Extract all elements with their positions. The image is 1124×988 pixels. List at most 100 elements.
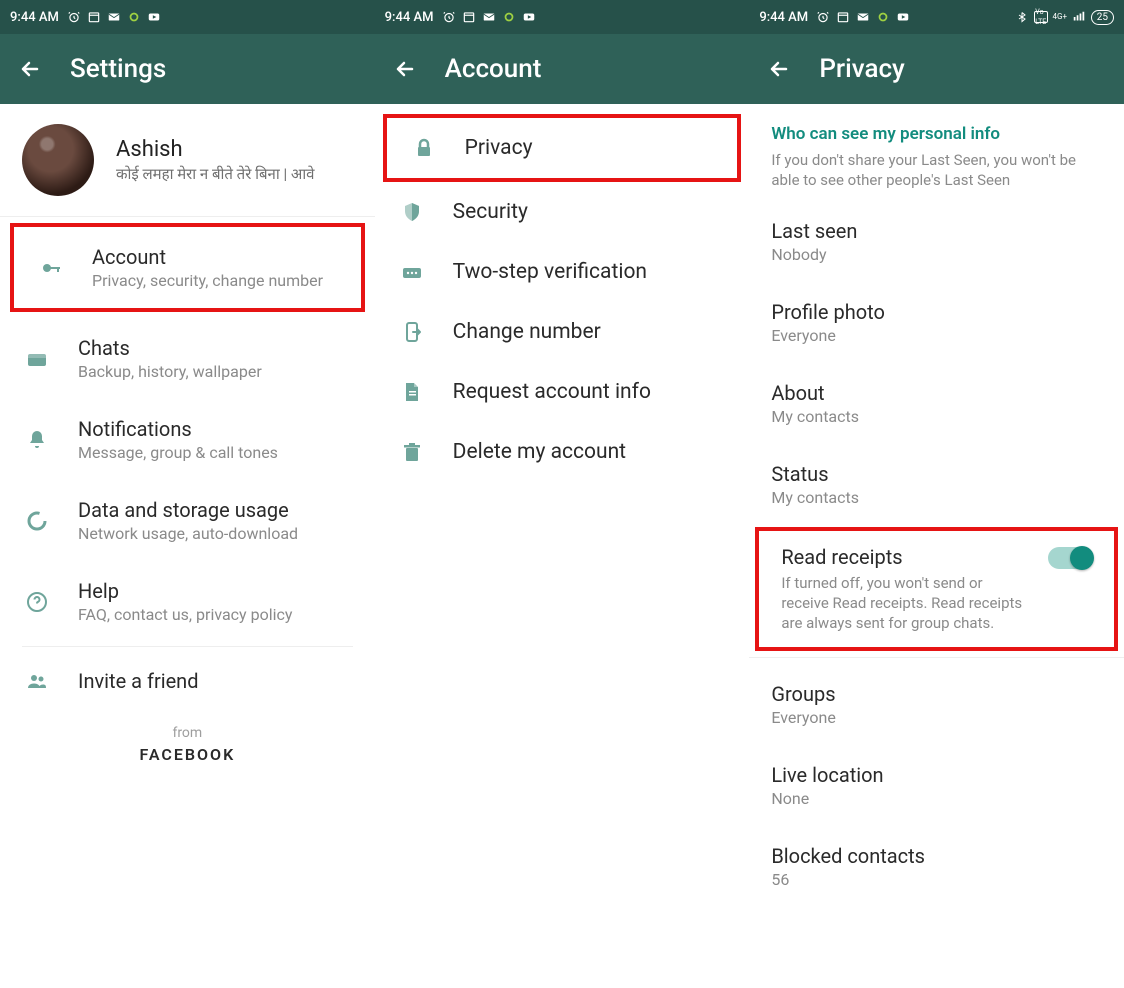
section-header: Who can see my personal info <box>749 104 1124 150</box>
privacy-item-lastseen[interactable]: Last seen Nobody <box>749 201 1124 282</box>
calendar-icon <box>87 10 101 24</box>
settings-item-chats[interactable]: Chats Backup, history, wallpaper <box>0 318 375 399</box>
profile-name: Ashish <box>116 137 315 162</box>
settings-item-help[interactable]: Help FAQ, contact us, privacy policy <box>0 561 375 642</box>
from-facebook: from FACEBOOK <box>0 725 375 764</box>
item-title: Change number <box>453 320 601 344</box>
bell-icon <box>22 428 52 452</box>
calendar-icon <box>836 10 850 24</box>
privacy-item-blocked[interactable]: Blocked contacts 56 <box>749 826 1124 907</box>
highlight-readreceipts: Read receipts If turned off, you won't s… <box>755 527 1118 652</box>
account-panel: 9:44 AM Account Privacy Se <box>375 0 750 988</box>
item-value: Everyone <box>771 708 1102 727</box>
item-title: Blocked contacts <box>771 844 1102 868</box>
help-icon <box>22 590 52 614</box>
profile-status: कोई लमहा मेरा न बीते तेरे बिना | आवे <box>116 164 315 184</box>
app-bar: Account <box>375 34 750 104</box>
facebook-label: FACEBOOK <box>0 745 375 764</box>
mail-icon <box>856 10 870 24</box>
item-sub: Network usage, auto-download <box>78 524 298 543</box>
status-bar: 9:44 AM <box>375 0 750 34</box>
pin-icon <box>397 260 427 284</box>
settings-item-account[interactable]: Account Privacy, security, change number <box>14 227 361 308</box>
item-title: Status <box>771 462 1102 486</box>
privacy-item-groups[interactable]: Groups Everyone <box>749 664 1124 745</box>
bluetooth-icon <box>1015 10 1029 24</box>
page-title: Account <box>445 54 542 84</box>
item-title: Request account info <box>453 380 651 404</box>
item-sub: Message, group & call tones <box>78 443 278 462</box>
item-title: Account <box>92 245 323 269</box>
account-item-privacy[interactable]: Privacy <box>387 118 738 178</box>
page-title: Privacy <box>819 54 904 84</box>
lock-icon <box>409 136 439 160</box>
item-title: Notifications <box>78 417 278 441</box>
settings-item-invite[interactable]: Invite a friend <box>0 651 375 711</box>
status-time: 9:44 AM <box>10 10 59 25</box>
item-title: Chats <box>78 336 262 360</box>
settings-item-data[interactable]: Data and storage usage Network usage, au… <box>0 480 375 561</box>
alarm-icon <box>67 10 81 24</box>
key-icon <box>36 256 66 280</box>
item-title: Data and storage usage <box>78 498 298 522</box>
app-bar: Settings <box>0 34 375 104</box>
item-title: Groups <box>771 682 1102 706</box>
settings-item-notifications[interactable]: Notifications Message, group & call tone… <box>0 399 375 480</box>
youtube-icon <box>147 10 161 24</box>
read-receipts-toggle[interactable] <box>1048 547 1092 569</box>
trash-icon <box>397 440 427 464</box>
account-item-security[interactable]: Security <box>375 182 750 242</box>
privacy-item-readreceipts[interactable]: Read receipts If turned off, you won't s… <box>759 531 1114 648</box>
item-value: 56 <box>771 870 1102 889</box>
calendar-icon <box>462 10 476 24</box>
account-item-request[interactable]: Request account info <box>375 362 750 422</box>
shield-icon <box>397 200 427 224</box>
privacy-item-livelocation[interactable]: Live location None <box>749 745 1124 826</box>
item-sub: Privacy, security, change number <box>92 271 323 290</box>
people-icon <box>22 669 52 693</box>
back-button[interactable] <box>18 57 42 81</box>
status-time: 9:44 AM <box>385 10 434 25</box>
account-item-twostep[interactable]: Two-step verification <box>375 242 750 302</box>
network-icon: 4G+ <box>1053 10 1067 24</box>
privacy-panel: 9:44 AM VoLTE 4G+ 25 Privacy Who can see… <box>749 0 1124 988</box>
item-value: None <box>771 789 1102 808</box>
back-button[interactable] <box>393 57 417 81</box>
status-bar: 9:44 AM <box>0 0 375 34</box>
item-title: Delete my account <box>453 440 626 464</box>
alarm-icon <box>816 10 830 24</box>
avatar <box>22 124 94 196</box>
item-title: Two-step verification <box>453 260 647 284</box>
item-title: Read receipts <box>781 545 1032 569</box>
circle-icon <box>502 10 516 24</box>
item-title: Invite a friend <box>78 669 199 693</box>
item-title: Live location <box>771 763 1102 787</box>
highlight-privacy: Privacy <box>383 114 742 182</box>
item-value: Everyone <box>771 326 1102 345</box>
account-item-delete[interactable]: Delete my account <box>375 422 750 482</box>
item-title: Last seen <box>771 219 1102 243</box>
account-item-changenumber[interactable]: Change number <box>375 302 750 362</box>
mail-icon <box>482 10 496 24</box>
item-title: Privacy <box>465 136 533 160</box>
page-title: Settings <box>70 54 166 84</box>
profile-row[interactable]: Ashish कोई लमहा मेरा न बीते तेरे बिना | … <box>0 104 375 217</box>
item-value: Nobody <box>771 245 1102 264</box>
alarm-icon <box>442 10 456 24</box>
item-title: Profile photo <box>771 300 1102 324</box>
divider <box>749 657 1124 658</box>
item-title: About <box>771 381 1102 405</box>
item-sub: Backup, history, wallpaper <box>78 362 262 381</box>
privacy-item-profilephoto[interactable]: Profile photo Everyone <box>749 282 1124 363</box>
privacy-item-about[interactable]: About My contacts <box>749 363 1124 444</box>
item-sub: FAQ, contact us, privacy policy <box>78 605 292 624</box>
status-time: 9:44 AM <box>759 10 808 25</box>
settings-panel: 9:44 AM Settings Ashish कोई लमहा मेरा न … <box>0 0 375 988</box>
youtube-icon <box>522 10 536 24</box>
document-icon <box>397 380 427 404</box>
item-title: Help <box>78 579 292 603</box>
privacy-item-status[interactable]: Status My contacts <box>749 444 1124 525</box>
volte-icon: VoLTE <box>1034 11 1048 23</box>
back-button[interactable] <box>767 57 791 81</box>
battery-indicator: 25 <box>1091 10 1114 25</box>
